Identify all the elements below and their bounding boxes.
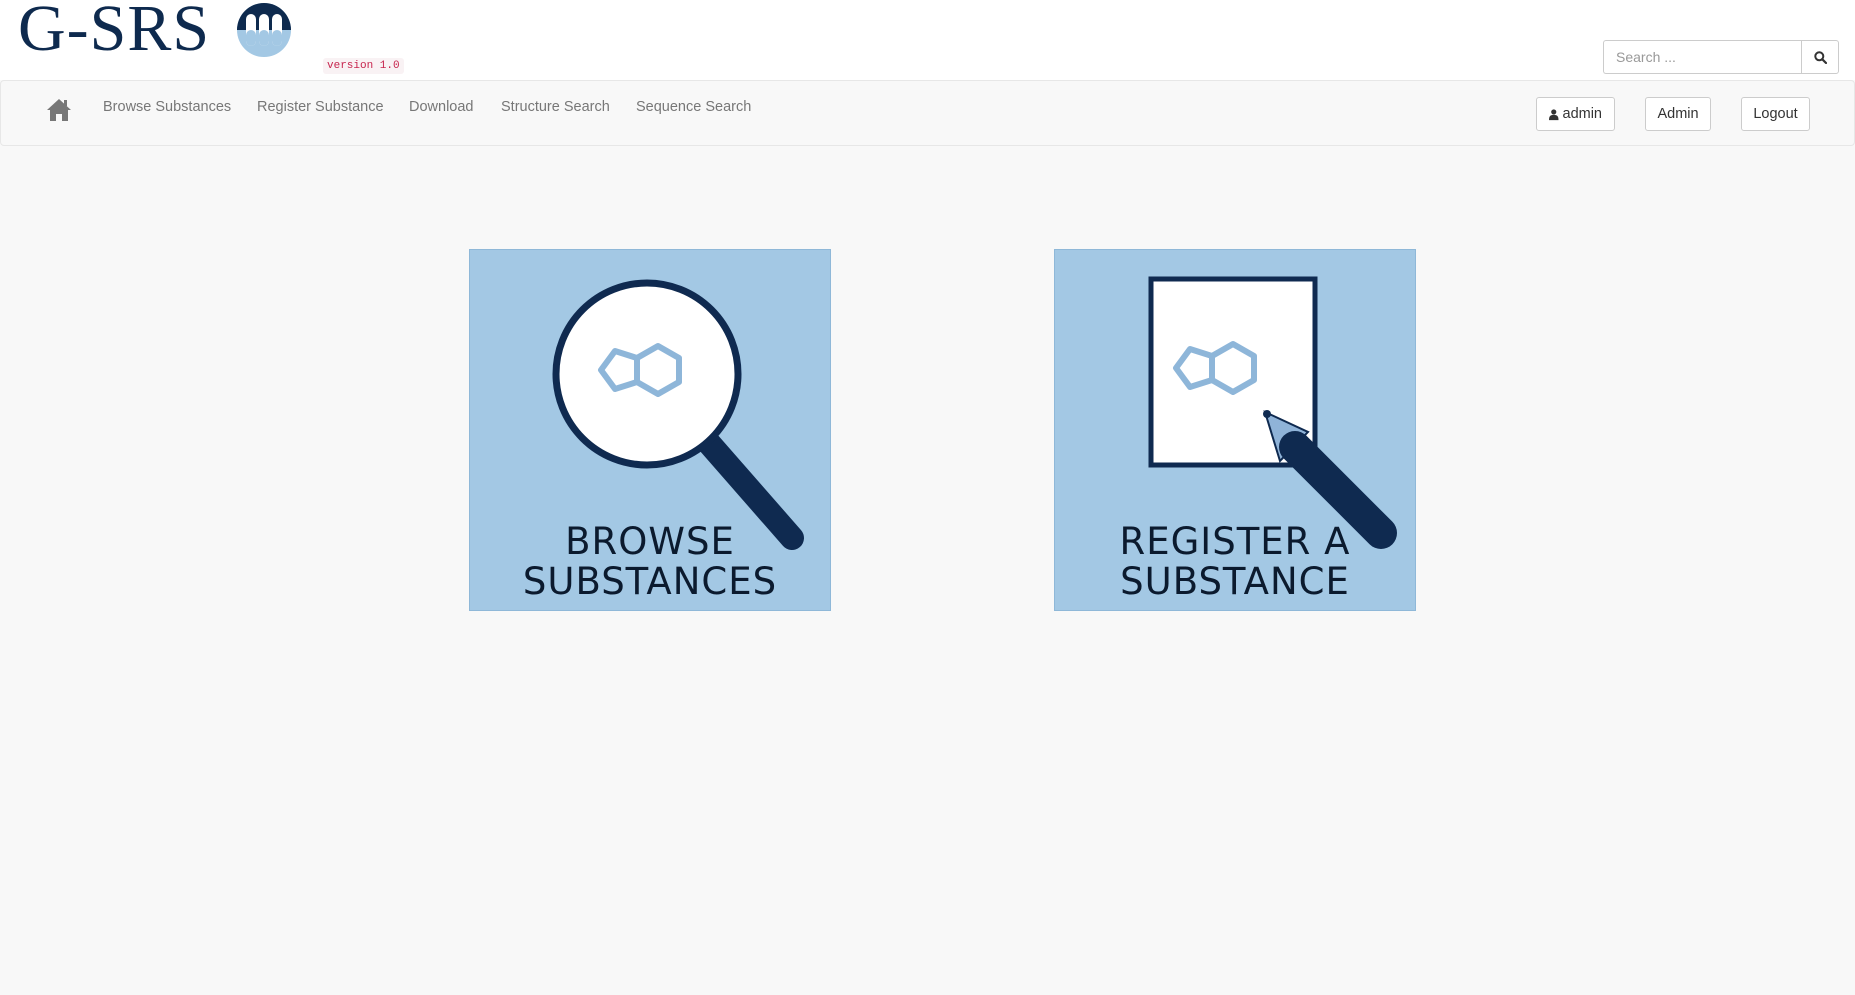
logo-text[interactable]: G-SRS xyxy=(18,0,210,62)
search-button[interactable] xyxy=(1801,40,1839,74)
browse-tile-line2: SUBSTANCES xyxy=(522,560,778,603)
browse-tile-line1: BROWSE xyxy=(565,520,735,563)
nav-browse-substances[interactable]: Browse Substances xyxy=(103,99,231,115)
user-button-label: admin xyxy=(1562,106,1603,122)
nav-register-substance[interactable]: Register Substance xyxy=(257,99,384,115)
user-button[interactable]: admin xyxy=(1536,97,1615,131)
nav-download[interactable]: Download xyxy=(409,99,474,115)
header-bar: G-SRS version 1.0 xyxy=(0,0,1855,80)
register-tile-line1: REGISTER A xyxy=(1119,520,1351,563)
nav-structure-search[interactable]: Structure Search xyxy=(501,99,610,115)
logout-button[interactable]: Logout xyxy=(1741,97,1810,131)
search-input[interactable] xyxy=(1603,40,1801,74)
logo-mark-icon xyxy=(237,3,291,57)
admin-button[interactable]: Admin xyxy=(1645,97,1711,131)
browse-substances-tile[interactable]: BROWSE SUBSTANCES xyxy=(469,249,831,611)
version-badge: version 1.0 xyxy=(323,58,404,74)
nav-sequence-search[interactable]: Sequence Search xyxy=(636,99,751,115)
user-icon xyxy=(1549,108,1559,120)
main-navbar: Browse Substances Register Substance Dow… xyxy=(0,80,1855,146)
register-substance-tile[interactable]: REGISTER A SUBSTANCE xyxy=(1054,249,1416,611)
home-icon[interactable] xyxy=(46,97,72,123)
search-group xyxy=(1603,40,1839,74)
register-tile-line2: SUBSTANCE xyxy=(1120,560,1350,603)
search-icon xyxy=(1813,50,1827,64)
